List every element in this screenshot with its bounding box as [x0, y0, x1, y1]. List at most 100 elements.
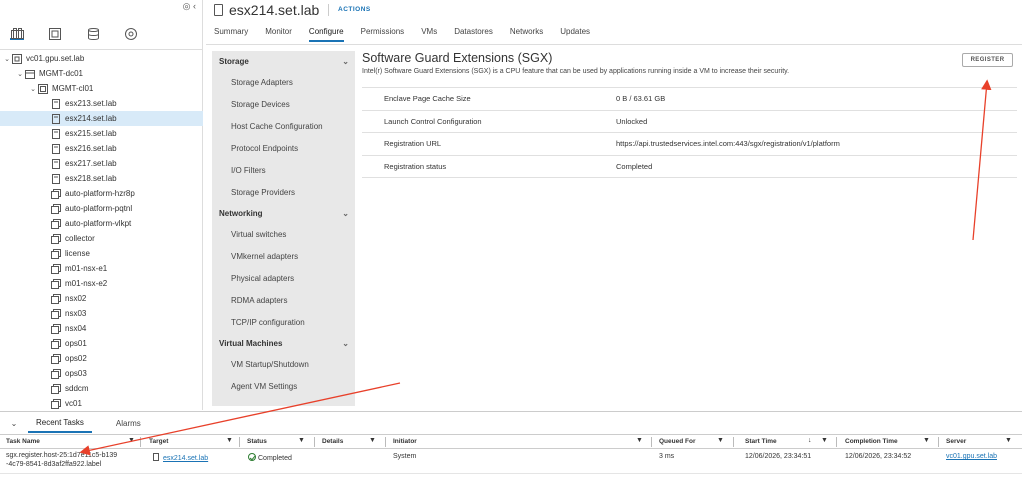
target-link[interactable]: esx214.set.lab [163, 455, 208, 462]
tab-configure[interactable]: Configure [308, 27, 344, 42]
filter-icon[interactable]: ▼ [717, 437, 724, 444]
tab-vms[interactable]: VMs [421, 27, 437, 42]
nav-item[interactable]: Agent VM Settings [212, 375, 355, 397]
tab-datastores[interactable]: Datastores [454, 27, 493, 42]
tab-permissions[interactable]: Permissions [361, 27, 405, 42]
tab-monitor[interactable]: Monitor [265, 27, 292, 42]
tree-item[interactable]: ops03 [0, 366, 203, 381]
col-details[interactable]: Details [322, 438, 343, 445]
tree-item[interactable]: nsx04 [0, 321, 203, 336]
chevron-down-icon[interactable]: ⌄ [16, 70, 24, 78]
nav-item[interactable]: I/O Filters [212, 159, 355, 181]
column-divider[interactable] [733, 437, 734, 447]
tab-updates[interactable]: Updates [560, 27, 590, 42]
column-divider[interactable] [836, 437, 837, 447]
tree-item[interactable]: esx214.set.lab [0, 111, 203, 126]
tree-item[interactable]: esx218.set.lab [0, 171, 203, 186]
vm-icon [50, 248, 62, 259]
tree-item[interactable]: auto-platform-vlkpt [0, 216, 203, 231]
nav-item[interactable]: VM Startup/Shutdown [212, 353, 355, 375]
nav-item[interactable]: VMkernel adapters [212, 245, 355, 267]
storage-icon[interactable] [86, 28, 100, 40]
tree-item[interactable]: esx215.set.lab [0, 126, 203, 141]
chevron-down-icon[interactable]: ⌄ [342, 339, 349, 348]
nav-section-networking[interactable]: Networking ⌄ [212, 203, 355, 223]
filter-icon[interactable]: ▼ [821, 437, 828, 444]
tree-item[interactable]: ⌄ MGMT-cl01 [0, 81, 203, 96]
vms-templates-icon[interactable] [48, 28, 62, 40]
tab-networks[interactable]: Networks [510, 27, 543, 42]
hosts-clusters-icon[interactable] [10, 27, 24, 40]
chevron-down-icon[interactable]: ⌄ [342, 57, 349, 66]
tree-item[interactable]: ops02 [0, 351, 203, 366]
filter-icon[interactable]: ▼ [636, 437, 643, 444]
nav-item[interactable]: Host Cache Configuration [212, 115, 355, 137]
tree-item[interactable]: vc01 [0, 396, 203, 411]
col-queued-for[interactable]: Queued For [659, 438, 695, 445]
tree-item[interactable]: auto-platform-pqtnl [0, 201, 203, 216]
tab-alarms[interactable]: Alarms [108, 414, 149, 432]
column-divider[interactable] [140, 437, 141, 447]
tree-item[interactable]: sddcm [0, 381, 203, 396]
nav-section-label: Networking [219, 208, 263, 218]
tab-summary[interactable]: Summary [214, 27, 248, 42]
register-button[interactable]: REGISTER [962, 53, 1013, 67]
filter-icon[interactable]: ▼ [298, 437, 305, 444]
column-divider[interactable] [651, 437, 652, 447]
column-divider[interactable] [239, 437, 240, 447]
server-link[interactable]: vc01.gpu.set.lab [946, 453, 997, 460]
vm-icon [50, 233, 62, 244]
datacenter-icon [24, 69, 36, 79]
tree-item[interactable]: ops01 [0, 336, 203, 351]
nav-item[interactable]: Storage Devices [212, 93, 355, 115]
nav-item[interactable]: Storage Providers [212, 181, 355, 203]
col-status[interactable]: Status [247, 438, 267, 445]
filter-icon[interactable]: ▼ [1005, 437, 1012, 444]
tree-item[interactable]: ⌄ vc01.gpu.set.lab [0, 51, 203, 66]
tree-item[interactable]: esx217.set.lab [0, 156, 203, 171]
chevron-down-icon[interactable]: ⌄ [3, 55, 11, 63]
tree-item[interactable]: collector [0, 231, 203, 246]
nav-item[interactable]: Storage Adapters [212, 71, 355, 93]
col-task-name[interactable]: Task Name [6, 438, 40, 445]
tree-item[interactable]: license [0, 246, 203, 261]
tree-item[interactable]: ⌄ MGMT-dc01 [0, 66, 203, 81]
filter-icon[interactable]: ▼ [226, 437, 233, 444]
tree-item[interactable]: m01-nsx-e2 [0, 276, 203, 291]
tree-item[interactable]: auto-platform-hzr8p [0, 186, 203, 201]
nav-item[interactable]: TCP/IP configuration [212, 311, 355, 333]
tree-item[interactable]: esx213.set.lab [0, 96, 203, 111]
sort-down-icon[interactable]: ↓ [808, 437, 812, 444]
filter-icon[interactable]: ▼ [369, 437, 376, 444]
panel-controls[interactable]: ◎ ‹ [183, 1, 196, 12]
tree-item[interactable]: m01-nsx-e1 [0, 261, 203, 276]
vm-icon [50, 398, 62, 409]
nav-section-virtual-machines[interactable]: Virtual Machines ⌄ [212, 333, 355, 353]
column-divider[interactable] [938, 437, 939, 447]
table-row[interactable]: sgx.register.host-25:1d7e11c5-b139 -4c79… [0, 449, 1022, 473]
nav-item[interactable]: Protocol Endpoints [212, 137, 355, 159]
col-server[interactable]: Server [946, 438, 966, 445]
collapse-chevron-icon[interactable]: ⌄ [0, 419, 28, 428]
tree-item[interactable]: nsx02 [0, 291, 203, 306]
tree-item[interactable]: esx216.set.lab [0, 141, 203, 156]
filter-icon[interactable]: ▼ [923, 437, 930, 444]
nav-item[interactable]: RDMA adapters [212, 289, 355, 311]
filter-icon[interactable]: ▼ [128, 437, 135, 444]
nav-item[interactable]: Virtual switches [212, 223, 355, 245]
nav-section-storage[interactable]: Storage ⌄ [212, 51, 355, 71]
chevron-down-icon[interactable]: ⌄ [29, 85, 37, 93]
col-initiator[interactable]: Initiator [393, 438, 417, 445]
actions-menu-button[interactable]: ACTIONS [338, 6, 371, 13]
col-target[interactable]: Target [149, 438, 168, 445]
chevron-down-icon[interactable]: ⌄ [342, 209, 349, 218]
tree-item[interactable]: nsx03 [0, 306, 203, 321]
networking-icon[interactable] [124, 28, 138, 40]
col-completion-time[interactable]: Completion Time [845, 438, 898, 445]
column-divider[interactable] [385, 437, 386, 447]
host-icon [50, 173, 62, 184]
tab-recent-tasks[interactable]: Recent Tasks [28, 413, 92, 433]
nav-item[interactable]: Physical adapters [212, 267, 355, 289]
col-start-time[interactable]: Start Time [745, 438, 777, 445]
column-divider[interactable] [314, 437, 315, 447]
